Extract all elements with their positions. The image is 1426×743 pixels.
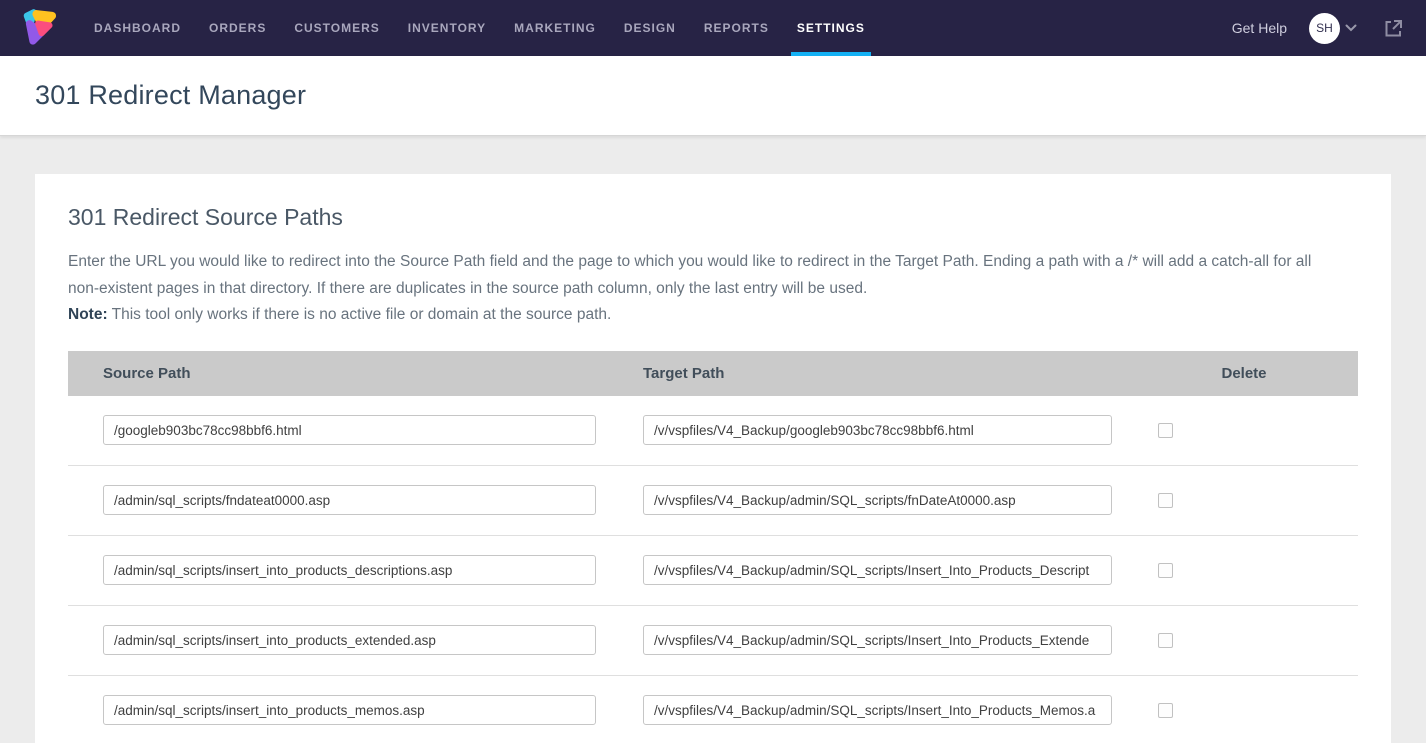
target-cell — [643, 485, 1130, 515]
target-path-input[interactable] — [643, 625, 1112, 655]
delete-cell — [1130, 633, 1358, 648]
header-delete: Delete — [1130, 365, 1358, 382]
content-area: 301 Redirect Source Paths Enter the URL … — [0, 136, 1426, 743]
nav-menu: DASHBOARD ORDERS CUSTOMERS INVENTORY MAR… — [80, 0, 879, 56]
table-row — [68, 396, 1358, 466]
volusion-logo-icon[interactable] — [18, 6, 60, 50]
delete-checkbox[interactable] — [1158, 703, 1173, 718]
source-path-input[interactable] — [103, 415, 596, 445]
description-line-2: non-existent pages in that directory. If… — [68, 276, 1358, 303]
header-target-path: Target Path — [643, 365, 1130, 382]
delete-cell — [1130, 563, 1358, 578]
nav-item-marketing[interactable]: MARKETING — [514, 0, 596, 56]
page-title: 301 Redirect Manager — [35, 80, 306, 111]
nav-right-section: Get Help SH — [1232, 13, 1404, 44]
source-path-input[interactable] — [103, 625, 596, 655]
nav-item-dashboard[interactable]: DASHBOARD — [94, 0, 181, 56]
delete-checkbox[interactable] — [1158, 493, 1173, 508]
delete-cell — [1130, 703, 1358, 718]
source-path-input[interactable] — [103, 485, 596, 515]
source-path-input[interactable] — [103, 555, 596, 585]
table-row — [68, 466, 1358, 536]
target-path-input[interactable] — [643, 485, 1112, 515]
source-cell — [68, 485, 643, 515]
get-help-link[interactable]: Get Help — [1232, 20, 1287, 36]
top-navigation-bar: DASHBOARD ORDERS CUSTOMERS INVENTORY MAR… — [0, 0, 1426, 56]
source-cell — [68, 415, 643, 445]
avatar[interactable]: SH — [1309, 13, 1340, 44]
description-line-1: Enter the URL you would like to redirect… — [68, 249, 1358, 276]
nav-item-reports[interactable]: REPORTS — [704, 0, 769, 56]
header-source-path: Source Path — [68, 365, 643, 382]
nav-item-settings[interactable]: SETTINGS — [797, 0, 865, 56]
redirect-table: Source Path Target Path Delete — [68, 351, 1358, 743]
chevron-down-icon[interactable] — [1345, 24, 1357, 32]
nav-item-orders[interactable]: ORDERS — [209, 0, 266, 56]
table-row — [68, 606, 1358, 676]
nav-item-customers[interactable]: CUSTOMERS — [294, 0, 379, 56]
source-path-input[interactable] — [103, 695, 596, 725]
target-cell — [643, 625, 1130, 655]
source-cell — [68, 695, 643, 725]
redirect-card: 301 Redirect Source Paths Enter the URL … — [35, 174, 1391, 743]
table-row — [68, 536, 1358, 606]
nav-item-design[interactable]: DESIGN — [624, 0, 676, 56]
delete-checkbox[interactable] — [1158, 633, 1173, 648]
target-cell — [643, 555, 1130, 585]
page-header: 301 Redirect Manager — [0, 56, 1426, 136]
source-cell — [68, 625, 643, 655]
card-heading: 301 Redirect Source Paths — [68, 204, 1358, 231]
delete-checkbox[interactable] — [1158, 563, 1173, 578]
source-cell — [68, 555, 643, 585]
note-line: Note: This tool only works if there is n… — [68, 302, 1358, 329]
target-path-input[interactable] — [643, 555, 1112, 585]
account-menu[interactable]: SH — [1309, 13, 1357, 44]
delete-cell — [1130, 493, 1358, 508]
table-header-row: Source Path Target Path Delete — [68, 351, 1358, 396]
target-cell — [643, 415, 1130, 445]
note-label: Note: — [68, 306, 108, 323]
note-text: This tool only works if there is no acti… — [108, 306, 612, 323]
table-row — [68, 676, 1358, 743]
open-storefront-icon[interactable] — [1383, 18, 1404, 39]
delete-cell — [1130, 423, 1358, 438]
target-cell — [643, 695, 1130, 725]
nav-item-inventory[interactable]: INVENTORY — [408, 0, 486, 56]
card-description: Enter the URL you would like to redirect… — [68, 249, 1358, 302]
delete-checkbox[interactable] — [1158, 423, 1173, 438]
target-path-input[interactable] — [643, 415, 1112, 445]
target-path-input[interactable] — [643, 695, 1112, 725]
